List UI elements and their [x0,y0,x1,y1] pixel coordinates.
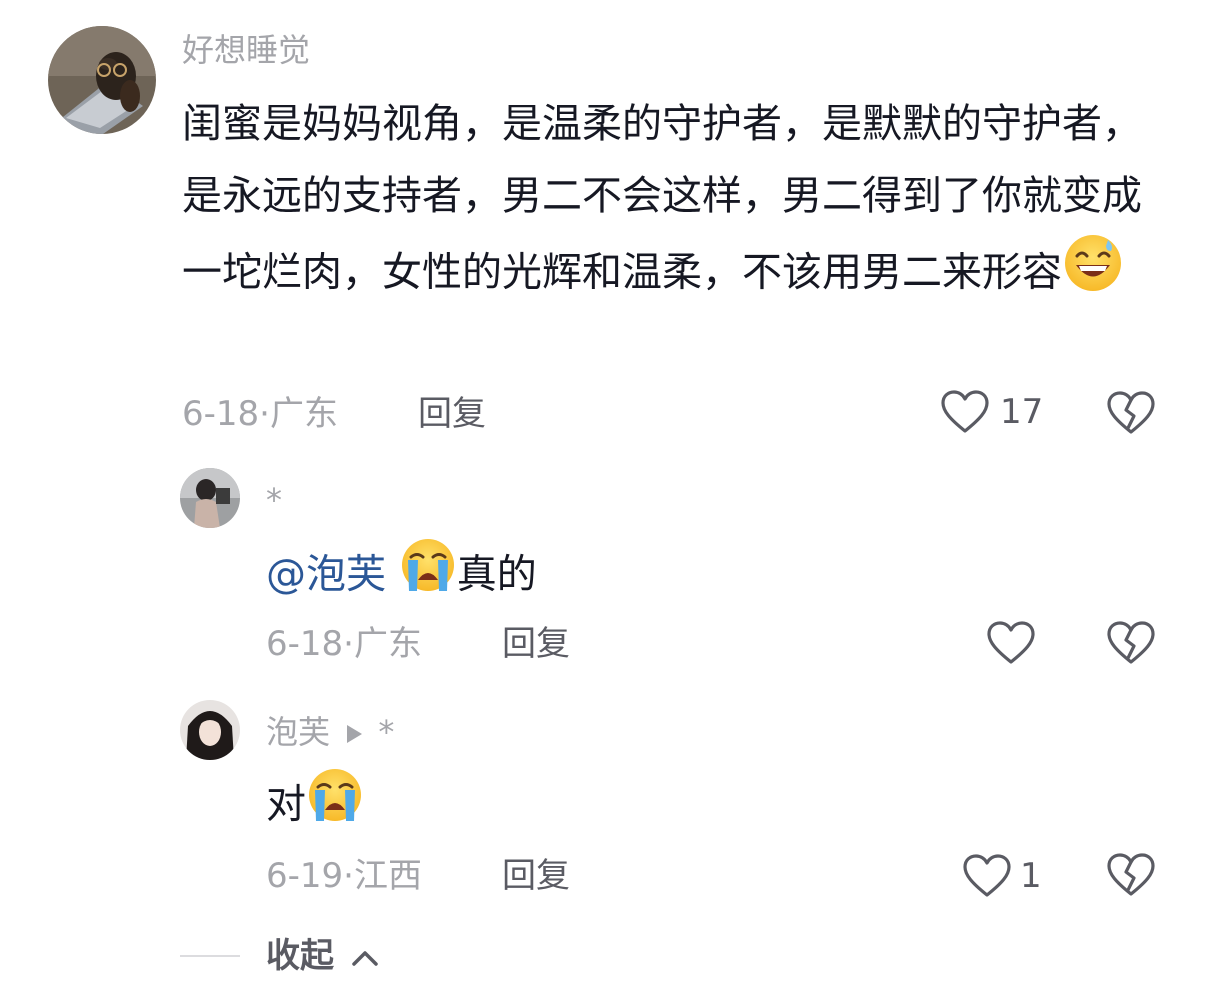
comment-text-container: 闺蜜是妈妈视角，是温柔的守护者，是默默的守护者，是永远的支持者，男二不会这样，男… [182,88,1162,317]
like-count: 17 [1000,392,1044,432]
mention-link[interactable]: @泡芙 [266,552,386,598]
comment-username[interactable]: 好想睡觉 [182,30,310,70]
reply-button[interactable]: 回复 [418,394,486,434]
chevron-up-icon [352,950,378,966]
reply-meta: 6-19·江西 [266,856,422,896]
comment-meta: 6-18·广东 [182,394,338,434]
reply-username[interactable]: * [266,480,282,520]
collapse-button[interactable]: 收起 [266,936,380,976]
broken-heart-icon[interactable] [1106,390,1156,436]
heart-outline-icon[interactable] [986,620,1036,666]
play-arrow-icon [347,725,363,743]
heart-outline-icon [941,390,989,433]
reply-username: 泡芙 * [266,712,394,752]
reply-meta: 6-18·广东 [266,624,422,664]
collapse-divider [180,955,240,957]
loudly-crying-emoji [306,766,364,847]
user-avatar-image [180,468,240,528]
reply-button[interactable]: 回复 [502,856,570,896]
comment-text: 闺蜜是妈妈视角，是温柔的守护者，是默默的守护者，是永远的支持者，男二不会这样，男… [182,101,1142,296]
reply-location: 江西 [353,856,422,896]
user-avatar-image [180,700,240,760]
loudly-crying-emoji [399,536,457,617]
reply-location: 广东 [353,624,422,664]
broken-heart-icon[interactable] [1106,620,1156,666]
comment-date: 6-18 [182,394,260,434]
reply-text-container: @泡芙 真的 [266,536,537,617]
grinning-sweat-emoji [1062,232,1124,317]
broken-heart-icon[interactable] [1106,852,1156,898]
like-button[interactable]: 1 [962,850,1052,902]
reply-date: 6-18 [266,624,344,664]
comment-location: 广东 [269,394,338,434]
dog-avatar-image [48,26,156,134]
reply-avatar[interactable] [180,468,240,528]
reply-date: 6-19 [266,856,344,896]
reply-avatar[interactable] [180,700,240,760]
reply-text-container: 对 [266,766,364,847]
reply-text: 对 [266,781,306,828]
like-button[interactable]: 17 [940,386,1044,438]
avatar[interactable] [48,26,156,134]
collapse-label: 收起 [266,936,334,976]
reply-username-text[interactable]: 泡芙 [266,713,330,751]
heart-outline-icon [963,854,1011,897]
like-count: 1 [1020,856,1042,896]
reply-text: 真的 [456,551,537,598]
reply-button[interactable]: 回复 [502,624,570,664]
reply-to-name[interactable]: * [378,713,394,751]
